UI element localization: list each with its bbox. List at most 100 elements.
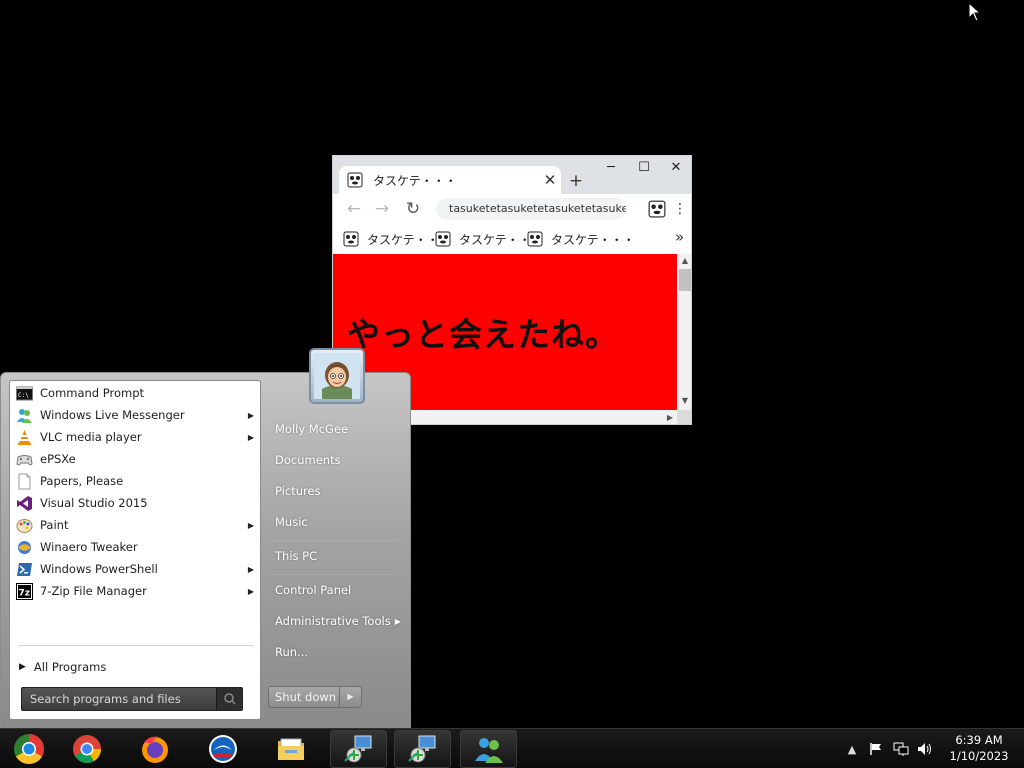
taskbar-edge[interactable] [194, 730, 251, 768]
document-icon [18, 473, 31, 489]
program-winaero-tweaker[interactable]: Winaero Tweaker [13, 536, 258, 558]
program-vlc[interactable]: VLC media player ▶ [13, 426, 258, 448]
edge-icon [208, 735, 237, 763]
shutdown-button[interactable]: Shut down ▶ [268, 686, 362, 708]
messenger-icon [17, 408, 32, 423]
start-button[interactable] [0, 730, 57, 768]
visual-studio-icon [17, 495, 32, 511]
link-label: Music [275, 515, 308, 529]
maximize-icon[interactable]: ☐ [628, 156, 660, 180]
search-input[interactable]: Search programs and files [21, 687, 243, 711]
new-tab-button[interactable]: + [565, 170, 587, 192]
start-menu: C:\ Command Prompt Windows Live Messenge… [0, 348, 411, 728]
scroll-up-icon[interactable]: ▲ [677, 254, 691, 268]
program-label: Windows PowerShell [40, 562, 158, 576]
network-tray-icon[interactable] [890, 729, 912, 768]
scroll-down-icon[interactable]: ▼ [677, 394, 691, 408]
bookmark-item[interactable]: タスケテ・・・ [527, 230, 635, 248]
mouse-cursor-icon [968, 2, 982, 22]
browser-menu-icon[interactable]: ⋮ [673, 198, 687, 220]
submenu-arrow-icon: ▶ [247, 586, 255, 596]
firefox-icon [141, 736, 168, 763]
music-link[interactable]: Music [267, 509, 403, 535]
link-label: Documents [275, 453, 341, 467]
browser-titlebar[interactable]: タスケテ・・・ ✕ + ─ ☐ ✕ [333, 156, 691, 194]
command-prompt-icon: C:\ [16, 386, 33, 400]
address-bar[interactable]: tasuketetasuketetasuketetasukete [436, 198, 626, 220]
messenger-icon [474, 738, 503, 763]
user-picture-icon [314, 353, 360, 399]
program-visual-studio[interactable]: Visual Studio 2015 [13, 492, 258, 514]
taskbar-firefox[interactable] [126, 730, 183, 768]
action-center-flag-icon[interactable] [866, 729, 886, 768]
taskbar-chrome[interactable] [58, 730, 115, 768]
search-placeholder: Search programs and files [30, 692, 181, 706]
tab-title: タスケテ・・・ [373, 173, 457, 188]
program-label: Windows Live Messenger [40, 408, 185, 422]
triangle-right-icon: ▶ [19, 662, 26, 672]
run-link[interactable]: Run... [267, 639, 403, 665]
link-label: Molly McGee [275, 422, 349, 436]
page-message: やっと会えたね。 [347, 315, 619, 354]
search-button[interactable] [216, 688, 242, 710]
documents-link[interactable]: Documents [267, 447, 403, 473]
program-7zip[interactable]: 7z 7-Zip File Manager ▶ [13, 580, 258, 602]
control-panel-link[interactable]: Control Panel [267, 577, 403, 603]
submenu-arrow-icon: ▶ [247, 520, 255, 530]
taskbar-network-setup-1[interactable] [330, 730, 387, 768]
administrative-tools-link[interactable]: Administrative Tools ▶ [267, 608, 403, 634]
panda-extension-icon[interactable] [648, 200, 666, 218]
right-column-separator [271, 574, 397, 575]
program-command-prompt[interactable]: C:\ Command Prompt [13, 382, 258, 404]
submenu-arrow-icon: ▶ [394, 616, 401, 626]
program-epsxe[interactable]: ePSXe [13, 448, 258, 470]
user-name-link[interactable]: Molly McGee [267, 416, 403, 442]
programs-separator [18, 645, 254, 646]
program-windows-live-messenger[interactable]: Windows Live Messenger ▶ [13, 404, 258, 426]
bookmark-label: タスケテ・・・ [551, 232, 635, 247]
link-label: Run... [275, 645, 309, 659]
network-setup-icon [343, 735, 371, 763]
taskbar-file-explorer[interactable] [262, 730, 319, 768]
close-window-icon[interactable]: ✕ [660, 156, 691, 180]
clock[interactable]: 6:39 AM 1/10/2023 [940, 732, 1018, 764]
show-hidden-icons-icon[interactable]: ▲ [844, 729, 860, 768]
program-label: Paint [40, 518, 69, 532]
this-pc-link[interactable]: This PC [267, 543, 403, 569]
program-papers-please[interactable]: Papers, Please [13, 470, 258, 492]
scroll-thumb[interactable] [679, 269, 691, 291]
link-label: Administrative Tools [275, 614, 391, 628]
submenu-arrow-icon: ▶ [247, 564, 255, 574]
program-label: 7-Zip File Manager [40, 584, 147, 598]
scroll-right-icon[interactable]: ▶ [663, 410, 677, 424]
bookmarks-bar: タスケテ・・・ タスケテ・・・ タスケテ・・・ » [333, 224, 691, 254]
7zip-icon: 7z [16, 582, 33, 600]
program-label: Visual Studio 2015 [40, 496, 148, 510]
taskbar-messenger[interactable] [460, 730, 517, 768]
tab-close-icon[interactable]: ✕ [539, 171, 561, 189]
browser-tab[interactable]: タスケテ・・・ ✕ [339, 166, 561, 194]
all-programs-button[interactable]: ▶ All Programs [19, 657, 249, 677]
shutdown-options-arrow-icon[interactable]: ▶ [339, 687, 361, 707]
paint-icon [16, 518, 33, 533]
svg-text:7z: 7z [19, 588, 31, 598]
user-avatar[interactable] [309, 348, 365, 404]
reload-icon[interactable]: ↻ [402, 198, 424, 220]
link-label: This PC [275, 549, 318, 563]
file-explorer-icon [277, 738, 304, 760]
bookmarks-overflow-icon[interactable]: » [675, 228, 684, 246]
minimize-icon[interactable]: ─ [595, 156, 627, 180]
pictures-link[interactable]: Pictures [267, 478, 403, 504]
start-orb-icon [13, 734, 44, 765]
forward-arrow-icon[interactable]: → [371, 198, 393, 220]
tweaker-icon [18, 540, 31, 554]
shutdown-label: Shut down [275, 690, 337, 704]
vertical-scrollbar[interactable]: ▲ ▼ [677, 254, 691, 410]
back-arrow-icon[interactable]: ← [343, 198, 365, 220]
vlc-icon [18, 429, 31, 445]
volume-icon[interactable] [914, 729, 936, 768]
browser-toolbar: ← → ↻ tasuketetasuketetasuketetasukete ⋮ [333, 194, 691, 224]
program-windows-powershell[interactable]: Windows PowerShell ▶ [13, 558, 258, 580]
taskbar-network-setup-2[interactable] [394, 730, 451, 768]
program-paint[interactable]: Paint ▶ [13, 514, 258, 536]
